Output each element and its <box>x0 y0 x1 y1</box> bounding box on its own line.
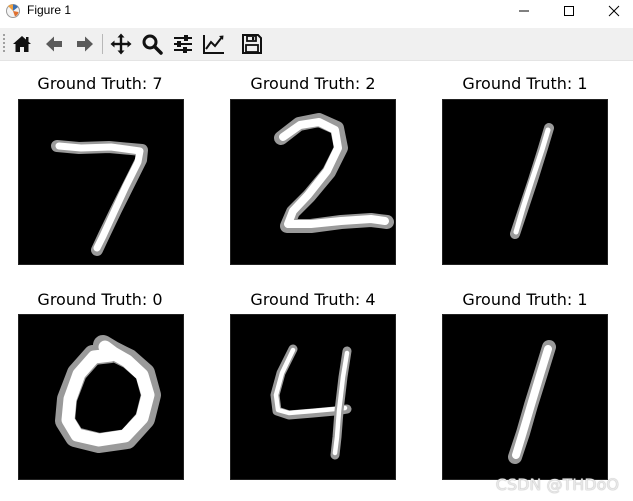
zoom-button[interactable] <box>139 31 165 57</box>
digit-image-4 <box>230 314 396 480</box>
subplot-title: Ground Truth: 2 <box>250 74 376 93</box>
title-bar: Figure 1 <box>0 0 633 22</box>
figure-window: Figure 1 Ground Truth: 7 Ground Truth: 2… <box>0 0 633 501</box>
subplot-title: Ground Truth: 4 <box>250 290 376 309</box>
minimize-icon <box>519 10 529 12</box>
digit-image-2 <box>230 99 396 265</box>
toolbar-separator <box>102 34 103 54</box>
toolbar-grip-icon[interactable] <box>3 33 6 55</box>
edit-axis-icon <box>203 35 224 54</box>
forward-arrow-icon <box>77 36 93 52</box>
subplot-title: Ground Truth: 1 <box>462 290 588 309</box>
watermark-text: CSDN @THDoO <box>495 475 619 494</box>
navigation-toolbar <box>0 28 633 61</box>
minimize-button[interactable] <box>501 0 547 22</box>
subplot-title: Ground Truth: 1 <box>462 74 588 93</box>
maximize-icon <box>564 6 574 16</box>
subplot-title: Ground Truth: 7 <box>37 74 163 93</box>
configure-subplots-icon <box>174 35 192 53</box>
subplot-title: Ground Truth: 0 <box>37 290 163 309</box>
configure-subplots-button[interactable] <box>170 31 196 57</box>
digit-image-1 <box>442 99 608 265</box>
forward-button[interactable] <box>72 31 98 57</box>
edit-axis-button[interactable] <box>201 31 227 57</box>
matplotlib-app-icon <box>5 3 21 19</box>
figure-canvas[interactable]: Ground Truth: 7 Ground Truth: 2 Ground T… <box>0 61 633 501</box>
close-button[interactable] <box>591 0 633 22</box>
pan-icon <box>110 33 132 55</box>
back-arrow-icon <box>46 36 62 52</box>
window-title: Figure 1 <box>27 3 72 17</box>
home-icon <box>13 36 31 52</box>
back-button[interactable] <box>41 31 67 57</box>
close-icon <box>608 5 620 17</box>
save-icon <box>242 34 262 54</box>
digit-image-7 <box>18 99 184 265</box>
digit-image-1 <box>442 314 608 480</box>
home-button[interactable] <box>9 31 35 57</box>
pan-button[interactable] <box>108 31 134 57</box>
save-button[interactable] <box>239 31 265 57</box>
zoom-icon <box>142 34 163 55</box>
maximize-button[interactable] <box>546 0 592 22</box>
digit-image-0 <box>18 314 184 480</box>
